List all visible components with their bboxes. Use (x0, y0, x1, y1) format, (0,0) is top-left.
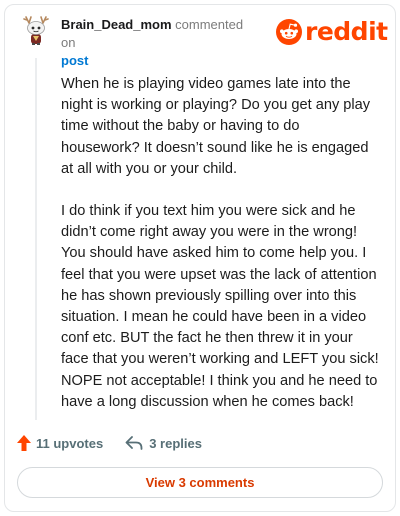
upvote-count: 11 upvotes (36, 435, 104, 451)
upvote-button[interactable]: 11 upvotes (16, 434, 103, 452)
comment-actions: 11 upvotes 3 replies (16, 432, 202, 454)
reply-arrow-icon (125, 436, 143, 450)
comment-body: When he is playing video games late into… (61, 74, 379, 434)
thread-line[interactable] (35, 58, 37, 420)
view-comments-button[interactable]: View 3 comments (17, 467, 383, 498)
reddit-snoo-icon (276, 19, 302, 45)
comment-paragraph: When he is playing video games late into… (61, 76, 371, 177)
snoo-avatar-icon (23, 16, 49, 45)
username-link[interactable]: Brain_Dead_mom (61, 17, 172, 32)
comment-paragraph: I do think if you text him you were sick… (61, 203, 379, 410)
reddit-logo[interactable]: reddit (276, 18, 388, 46)
reply-count: 3 replies (149, 435, 202, 451)
replies-button[interactable]: 3 replies (125, 435, 202, 451)
reddit-wordmark: reddit (305, 17, 388, 46)
comment-header: Brain_Dead_mom commented on post (61, 16, 261, 70)
post-link[interactable]: post (61, 52, 261, 70)
upvote-arrow-icon (17, 435, 31, 451)
user-avatar[interactable] (20, 14, 52, 46)
